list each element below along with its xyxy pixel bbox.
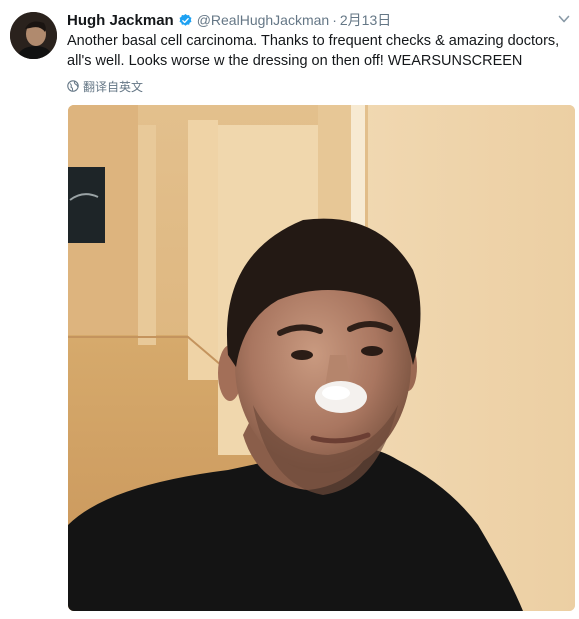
- tweet-text: Another basal cell carcinoma. Thanks to …: [67, 31, 562, 71]
- tweet-text-line: all's well. Looks worse w the dressing o…: [67, 53, 523, 69]
- tweet-text-line: Another basal cell carcinoma. Thanks to …: [67, 33, 560, 49]
- chevron-down-icon[interactable]: [557, 12, 571, 26]
- avatar-portrait: [10, 12, 57, 59]
- globe-icon: [67, 80, 79, 92]
- author-handle[interactable]: @RealHughJackman: [197, 12, 330, 28]
- author-avatar[interactable]: [10, 12, 57, 59]
- header-separator: ·: [332, 12, 337, 28]
- author-name[interactable]: Hugh Jackman: [67, 12, 174, 29]
- verified-badge-icon: [179, 13, 192, 26]
- tweet-photo[interactable]: [68, 105, 575, 611]
- tweet-header: Hugh Jackman @RealHughJackman · 2月13日: [67, 10, 569, 30]
- selfie-image: [68, 105, 575, 611]
- translate-link[interactable]: 翻译自英文: [67, 78, 143, 94]
- tweet-date[interactable]: 2月13日: [340, 10, 391, 30]
- translate-label: 翻译自英文: [83, 79, 144, 94]
- tweet-card: Hugh Jackman @RealHughJackman · 2月13日 An…: [0, 0, 579, 619]
